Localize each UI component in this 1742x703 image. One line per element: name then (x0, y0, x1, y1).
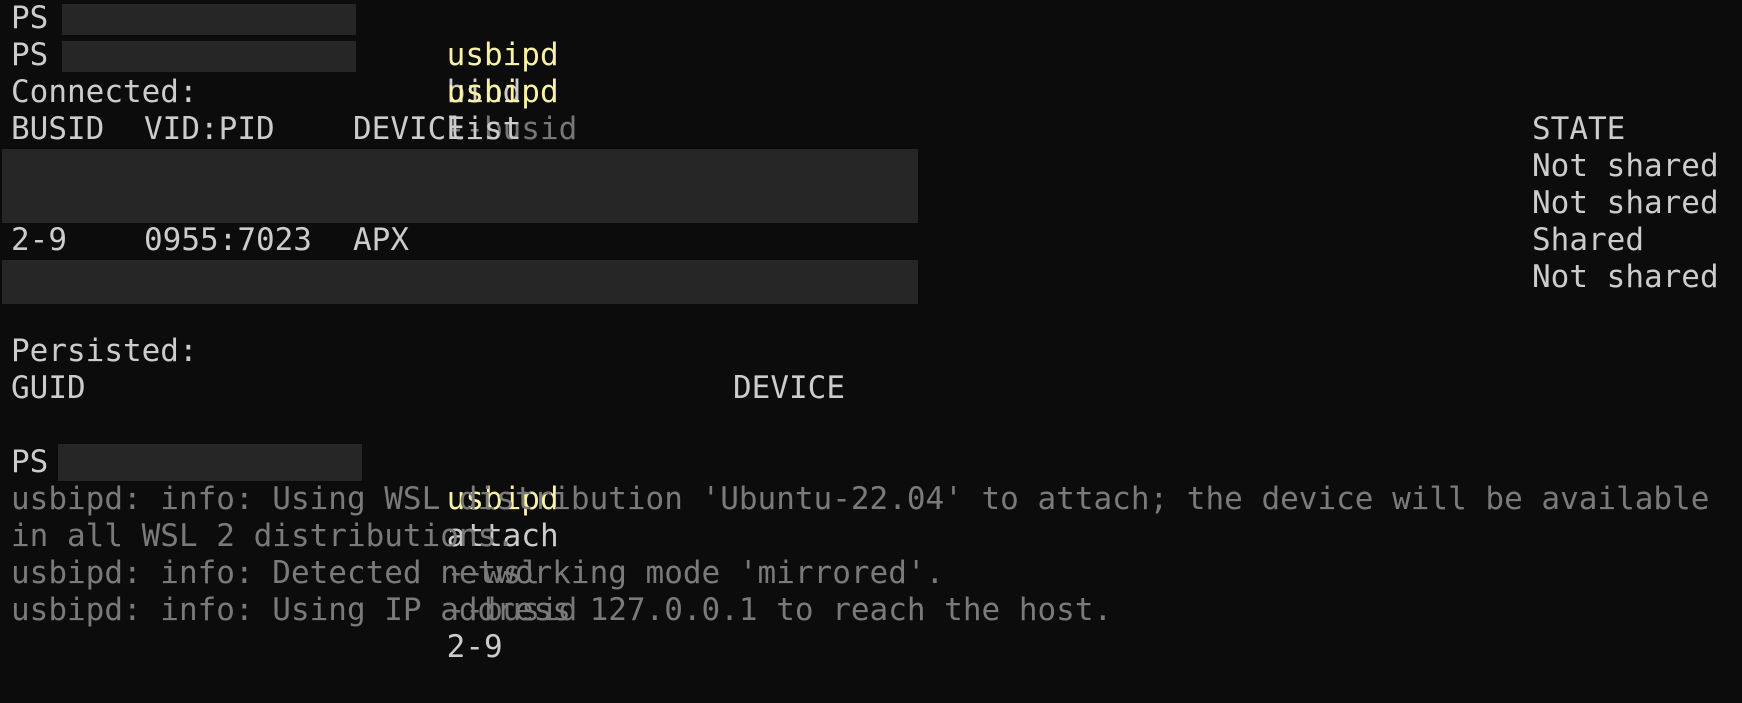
connected-heading: Connected: (11, 74, 198, 110)
command-arg: 2-9 (446, 629, 503, 665)
terminal-window[interactable]: PS usbipd bind --busid 2-9 PS usbipd lis… (0, 0, 1742, 665)
info-line: usbipd: info: Using WSL distribution 'Ub… (11, 481, 1710, 517)
redacted-device-rows (2, 149, 918, 223)
header-busid: BUSID (11, 111, 105, 147)
persisted-header-device: DEVICE (733, 370, 845, 406)
prompt-prefix: PS (11, 444, 49, 480)
command-name: usbipd (446, 74, 559, 110)
command-line-1: usbipd bind --busid 2-9 (372, 0, 578, 184)
table-row-device: APX (353, 222, 409, 258)
table-row-state: Not shared (1532, 148, 1719, 184)
persisted-heading: Persisted: (11, 333, 198, 369)
redacted-path (58, 444, 362, 481)
info-line: usbipd: info: Using IP address 127.0.0.1… (11, 592, 1113, 628)
redacted-path (62, 4, 356, 35)
info-line: usbipd: info: Detected networking mode '… (11, 555, 945, 591)
persisted-header-guid: GUID (11, 370, 86, 406)
table-row-state: Not shared (1532, 185, 1719, 221)
table-row-vidpid: 0955:7023 (144, 222, 312, 258)
prompt-prefix: PS (11, 0, 49, 36)
command-line-3: usbipd attach --wsl --busid 2-9 (372, 444, 578, 665)
header-device: DEVICE (353, 111, 465, 147)
prompt-prefix: PS (11, 37, 49, 73)
table-row-state: Shared (1532, 222, 1644, 258)
header-state: STATE (1532, 111, 1626, 147)
table-row-busid: 2-9 (11, 222, 67, 258)
table-row-state: Not shared (1532, 259, 1719, 295)
header-vidpid: VID:PID (144, 111, 275, 147)
info-line: in all WSL 2 distributions. (11, 518, 515, 554)
redacted-device-row (2, 260, 918, 304)
command-line-2: usbipd list (372, 37, 559, 147)
redacted-path (62, 41, 356, 72)
